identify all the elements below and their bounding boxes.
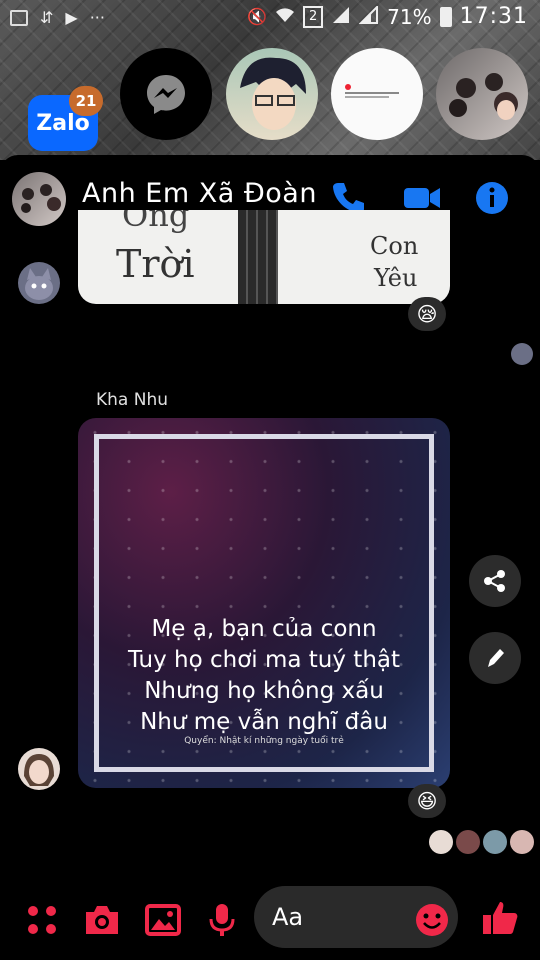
notification-badge: 21 <box>69 86 103 116</box>
screenshot-thumbnail <box>345 84 401 102</box>
image-message-1[interactable]: Ông Trời Con Yêu <box>78 210 450 304</box>
media-play-icon: ▶ <box>65 8 78 27</box>
battery-percent: 71% <box>387 4 432 29</box>
conversation-title[interactable]: Anh Em Xã Đoàn <box>82 178 317 209</box>
menu-grid-icon[interactable] <box>24 902 60 938</box>
read-receipt-avatar <box>511 343 533 365</box>
image-text-fragment: Ông <box>122 210 190 234</box>
pencil-icon <box>488 649 504 667</box>
like-thumb-icon[interactable] <box>480 898 520 938</box>
messenger-icon <box>147 75 185 114</box>
message-input-placeholder: Aa <box>272 903 304 931</box>
image-figure <box>238 210 278 304</box>
seen-by-avatar <box>483 830 507 854</box>
reaction-badge[interactable]: 😪 <box>408 297 446 331</box>
microphone-icon[interactable] <box>202 900 242 940</box>
group-avatar[interactable] <box>12 172 66 226</box>
group-photo-icon <box>449 73 518 120</box>
sender-name: Kha Nhu <box>96 390 169 410</box>
chat-head-group[interactable] <box>436 48 528 140</box>
gallery-icon[interactable] <box>143 900 183 940</box>
battery-icon <box>439 6 452 27</box>
status-bar: ⇵ ▶ ··· 🔇 2 71% 17:31 <box>0 0 540 36</box>
edit-button[interactable] <box>469 632 521 684</box>
image-caption-line: Tuy họ chơi ma tuý thật <box>127 647 401 673</box>
data-transfer-icon: ⇵ <box>40 8 54 27</box>
share-button[interactable] <box>469 555 521 607</box>
image-text-right-1: Con <box>370 232 419 260</box>
seen-by-avatar <box>429 830 453 854</box>
image-caption: Mẹ ạ, bạn của conn Tuy họ chơi ma tuý th… <box>78 614 450 738</box>
gallery-icon <box>10 9 28 26</box>
image-text-right-2: Yêu <box>374 264 418 292</box>
image-caption-line: Nhưng họ không xấu <box>144 678 384 704</box>
reaction-badge[interactable]: 😆 <box>408 784 446 818</box>
seen-by-avatar <box>510 830 534 854</box>
cat-avatar-icon <box>25 268 53 300</box>
girl-avatar-icon <box>24 754 54 786</box>
anime-avatar-icon <box>240 57 306 130</box>
emoji-icon[interactable] <box>414 902 450 938</box>
signal-icon <box>331 5 351 29</box>
group-photo-icon <box>21 184 61 213</box>
wifi-icon <box>275 7 295 27</box>
chat-head-anime-avatar[interactable] <box>226 48 318 140</box>
image-message-2[interactable]: Mẹ ạ, bạn của conn Tuy họ chơi ma tuý th… <box>78 418 450 788</box>
chat-head-screenshot[interactable] <box>331 48 423 140</box>
clock: 17:31 <box>459 4 528 29</box>
image-caption-line: Mẹ ạ, bạn của conn <box>151 616 377 642</box>
sender-avatar-kha-nhu[interactable] <box>18 748 60 790</box>
camera-icon[interactable] <box>82 900 122 940</box>
image-text-left: Trời <box>116 242 195 286</box>
signal-icon-2 <box>358 4 379 29</box>
sender-avatar[interactable] <box>18 262 60 304</box>
mute-icon: 🔇 <box>247 7 268 26</box>
seen-by-avatar <box>456 830 480 854</box>
image-credit: Quyển: Nhật kí những ngày tuổi trẻ <box>184 736 344 746</box>
more-icon: ··· <box>89 8 105 27</box>
share-icon <box>484 570 505 592</box>
sim-slot-badge: 2 <box>303 5 324 28</box>
messenger-chat-head[interactable] <box>120 48 212 140</box>
image-caption-line: Như mẹ vẫn nghĩ đâu <box>140 709 388 735</box>
info-icon[interactable] <box>474 180 510 216</box>
